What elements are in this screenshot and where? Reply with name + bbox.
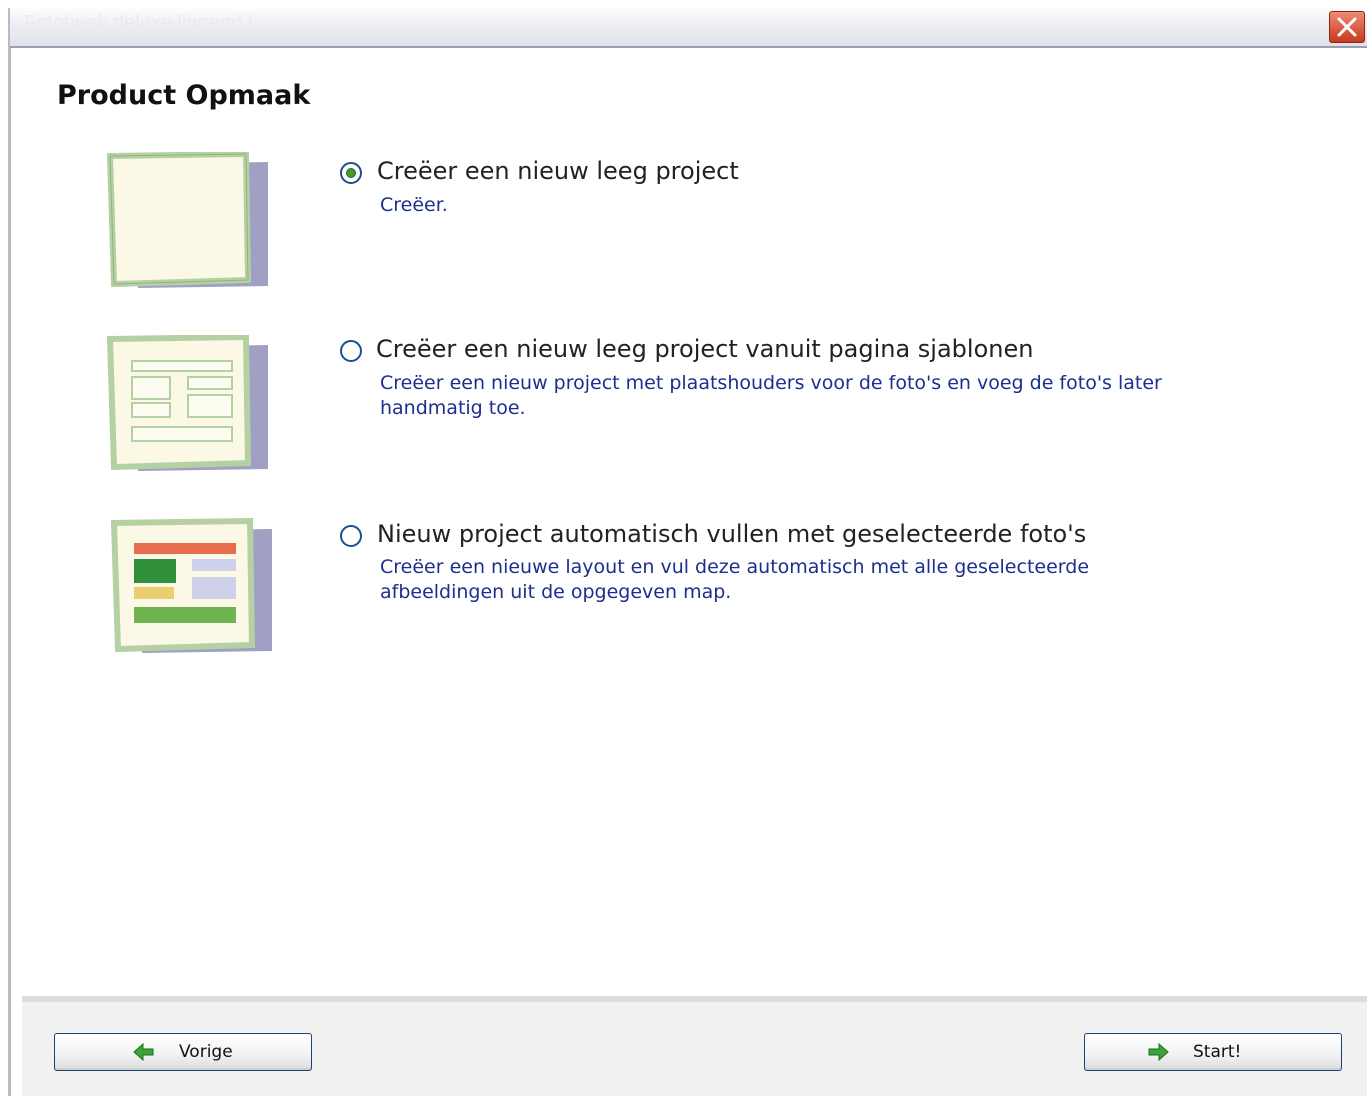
- option-label[interactable]: Creëer een nieuw leeg project: [377, 157, 739, 185]
- option-description: Creëer een nieuw project met plaatshoude…: [380, 372, 1162, 419]
- auto-filled-page-icon: [110, 517, 272, 653]
- arrow-right-icon: [1148, 1043, 1169, 1061]
- window-title: Fotoboek deluxe liggend I: [24, 12, 254, 34]
- radio-auto-fill-project[interactable]: [340, 525, 362, 547]
- radio-template-project[interactable]: [340, 340, 362, 362]
- blank-page-icon: [106, 152, 268, 288]
- template-page-icon: [106, 335, 268, 471]
- radio-selected-dot: [346, 168, 356, 178]
- option-label[interactable]: Creëer een nieuw leeg project vanuit pag…: [376, 335, 1033, 363]
- option-label[interactable]: Nieuw project automatisch vullen met ges…: [377, 520, 1086, 548]
- back-button[interactable]: Vorige: [54, 1033, 312, 1071]
- window-left-border: [0, 0, 11, 1096]
- page-title: Product Opmaak: [57, 80, 311, 111]
- option-description: Creëer een nieuwe layout en vul deze aut…: [380, 556, 1090, 603]
- arrow-left-icon: [133, 1043, 154, 1061]
- back-button-label: Vorige: [179, 1042, 233, 1062]
- close-button[interactable]: [1329, 11, 1365, 43]
- start-button[interactable]: Start!: [1084, 1033, 1342, 1071]
- start-button-label: Start!: [1193, 1042, 1242, 1062]
- wizard-window: Fotoboek deluxe liggend I Product Opmaak: [0, 0, 1367, 1096]
- radio-blank-project[interactable]: [340, 162, 362, 184]
- title-bar[interactable]: Fotoboek deluxe liggend I: [10, 8, 1367, 48]
- option-description: Creëer.: [380, 194, 448, 216]
- close-icon: [1337, 17, 1357, 37]
